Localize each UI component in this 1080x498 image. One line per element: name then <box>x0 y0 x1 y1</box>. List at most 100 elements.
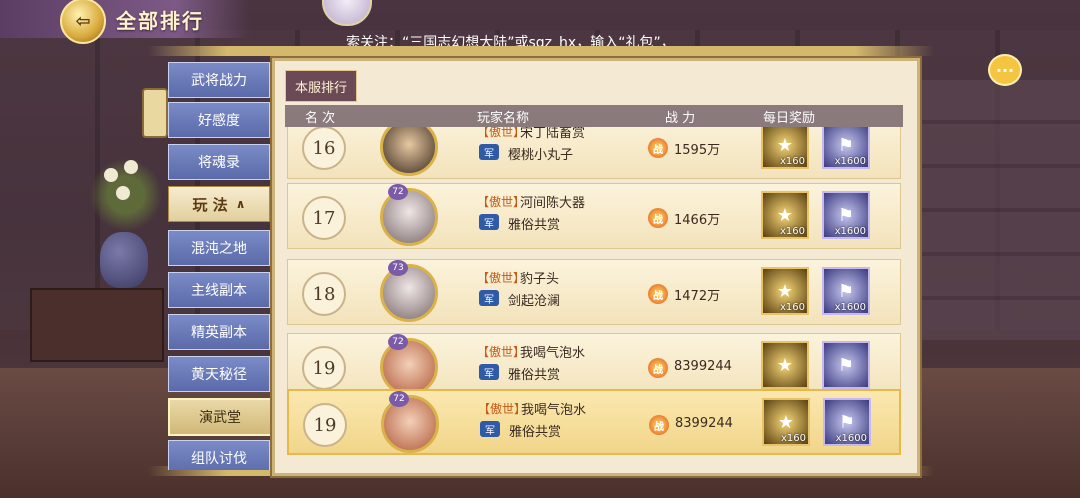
vase <box>100 232 148 288</box>
menu-item-label: 演武堂 <box>199 410 241 426</box>
banner-token-icon: ⚑ <box>837 134 855 156</box>
avatar[interactable] <box>380 264 438 322</box>
gold-token-icon: ★ <box>776 354 794 376</box>
reward-gold-item[interactable]: ★ x160 <box>761 127 809 169</box>
menu-item-label: 混沌之地 <box>191 241 247 257</box>
guild-name: 雅俗共赏 <box>509 425 562 440</box>
banner-token-icon: ⚑ <box>837 204 855 226</box>
reward-blue-item[interactable]: ⚑ x1600 <box>822 191 870 239</box>
title-tag: 【傲世】 <box>477 127 526 139</box>
menu-section-label: 玩 法 <box>192 195 228 214</box>
menu-item-yellow-path[interactable]: 黄天秘径 <box>168 356 270 392</box>
menu-item-soul-record[interactable]: 将魂录 <box>168 144 270 180</box>
back-arrow-icon: ⇦ <box>75 10 91 32</box>
ranking-category-menu: 武将战力 好感度 将魂录 玩 法 ∧ 混沌之地 主线副本 精英副本 黄天秘径 演武… <box>160 60 278 470</box>
rank-badge: 19 <box>303 403 347 447</box>
menu-item-elite-dungeon[interactable]: 精英副本 <box>168 314 270 350</box>
reward-quantity: x160 <box>779 302 805 313</box>
gold-token-icon: ★ <box>776 204 794 226</box>
menu-item-label: 组队讨伐 <box>191 451 247 467</box>
reward-quantity: x1600 <box>834 302 866 313</box>
guild-name: 樱桃小丸子 <box>508 148 574 163</box>
side-cabinet <box>30 288 164 362</box>
table-row[interactable]: 16 【傲世】 宋丁陆畜赏 军 樱桃小丸子 战 1595万 ★ x160 ⚑ x16… <box>287 127 901 179</box>
avatar[interactable] <box>381 395 439 453</box>
gold-token-icon: ★ <box>776 134 794 156</box>
banner-token-icon: ⚑ <box>837 354 855 376</box>
chat-button[interactable]: ··· <box>988 54 1022 86</box>
avatar[interactable] <box>380 127 438 176</box>
menu-item-label: 好感度 <box>198 113 240 129</box>
level-badge: 72 <box>389 391 409 407</box>
menu-item-martial-hall[interactable]: 演武堂 <box>168 398 272 436</box>
player-name: 河间陈大器 <box>520 196 586 211</box>
rank-badge: 17 <box>302 196 346 240</box>
banner-token-icon: ⚑ <box>838 411 856 433</box>
power-value: 1472万 <box>674 289 721 304</box>
table-row[interactable]: 17 72 【傲世】 河间陈大器 军 雅俗共赏 战 1466万 ★ x160 ⚑ x… <box>287 183 901 249</box>
guild-name: 雅俗共赏 <box>508 368 561 383</box>
menu-item-main-dungeon[interactable]: 主线副本 <box>168 272 270 308</box>
reward-blue-item[interactable]: ⚑ x1600 <box>822 127 870 169</box>
column-player: 玩家名称 <box>477 111 530 126</box>
power-value: 8399244 <box>675 416 733 431</box>
reward-quantity: x1600 <box>835 433 867 444</box>
title-tag: 【傲世】 <box>477 345 526 359</box>
power-value: 1595万 <box>674 143 721 158</box>
title-tag: 【傲世】 <box>477 271 526 285</box>
rank-badge: 16 <box>302 127 346 170</box>
menu-item-label: 精英副本 <box>191 325 247 341</box>
menu-item-label: 主线副本 <box>191 283 247 299</box>
power-value: 8399244 <box>674 359 732 374</box>
level-badge: 72 <box>388 334 408 350</box>
menu-item-label: 黄天秘径 <box>191 367 247 383</box>
power-icon: 战 <box>648 284 668 304</box>
reward-quantity: x160 <box>780 433 806 444</box>
reward-blue-item[interactable]: ⚑ x1600 <box>823 398 871 446</box>
player-name: 我喝气泡水 <box>521 403 587 418</box>
guild-name: 雅俗共赏 <box>508 218 561 233</box>
guild-icon: 军 <box>479 214 499 230</box>
reward-blue-item[interactable]: ⚑ <box>822 341 870 389</box>
power-icon: 战 <box>648 208 668 228</box>
menu-section-gameplay[interactable]: 玩 法 ∧ <box>168 186 270 222</box>
player-name: 宋丁陆畜赏 <box>520 127 586 141</box>
title-tag: 【傲世】 <box>477 195 526 209</box>
menu-item-label: 武将战力 <box>191 73 247 89</box>
ranking-list[interactable]: 16 【傲世】 宋丁陆畜赏 军 樱桃小丸子 战 1595万 ★ x160 ⚑ x16… <box>285 127 903 462</box>
menu-item-favor[interactable]: 好感度 <box>168 102 270 138</box>
reward-blue-item[interactable]: ⚑ x1600 <box>822 267 870 315</box>
rank-badge: 18 <box>302 272 346 316</box>
menu-item-team-raid[interactable]: 组队讨伐 <box>168 440 270 470</box>
page-title: 全部排行 <box>116 9 204 33</box>
level-badge: 73 <box>388 260 408 276</box>
power-icon: 战 <box>649 415 669 435</box>
guild-icon: 军 <box>479 144 499 160</box>
reward-gold-item[interactable]: ★ x160 <box>761 191 809 239</box>
guild-icon: 军 <box>479 290 499 306</box>
panel-top-border <box>148 46 934 56</box>
wall-cabinet-right <box>910 80 1080 340</box>
reward-gold-item[interactable]: ★ x160 <box>761 267 809 315</box>
column-reward: 每日奖励 <box>763 111 816 126</box>
my-rank-row[interactable]: 19 72 【傲世】 我喝气泡水 军 雅俗共赏 战 8399244 ★ x160 … <box>287 389 901 455</box>
tab-server-ranking[interactable]: 本服排行 <box>285 70 357 102</box>
ranking-table-header: 名 次 玩家名称 战 力 每日奖励 <box>285 105 903 127</box>
flower <box>116 186 130 200</box>
back-button[interactable]: ⇦ <box>60 0 106 44</box>
chat-bubble-icon: ··· <box>995 60 1015 80</box>
avatar[interactable] <box>380 338 438 396</box>
gold-token-icon: ★ <box>776 280 794 302</box>
menu-item-label: 将魂录 <box>198 155 240 171</box>
menu-item-hero-power[interactable]: 武将战力 <box>168 62 270 98</box>
menu-item-chaos-land[interactable]: 混沌之地 <box>168 230 270 266</box>
reward-gold-item[interactable]: ★ x160 <box>762 398 810 446</box>
table-row[interactable]: 18 73 【傲世】 豹子头 军 剑起沧澜 战 1472万 ★ x160 ⚑ x16… <box>287 259 901 325</box>
rank-badge: 19 <box>302 346 346 390</box>
reward-gold-item[interactable]: ★ <box>761 341 809 389</box>
reward-quantity: x160 <box>779 226 805 237</box>
guild-icon: 军 <box>480 421 500 437</box>
title-tag: 【傲世】 <box>478 402 527 416</box>
column-power: 战 力 <box>665 111 696 126</box>
avatar[interactable] <box>380 188 438 246</box>
